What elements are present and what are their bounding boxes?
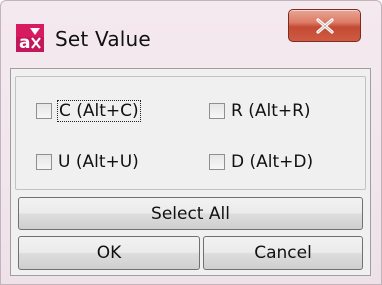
window-title: Set Value xyxy=(55,27,151,51)
select-all-button[interactable]: Select All xyxy=(18,197,363,230)
checkbox-u-box[interactable] xyxy=(36,154,52,170)
checkbox-r-label: R (Alt+R) xyxy=(231,101,311,121)
checkbox-d[interactable]: D (Alt+D) xyxy=(209,152,313,172)
checkbox-c-box[interactable] xyxy=(36,103,52,119)
checkbox-c[interactable]: C (Alt+C) xyxy=(36,100,141,122)
checkbox-r[interactable]: R (Alt+R) xyxy=(209,101,311,121)
dialog-window: a Set Value C (Alt+C) R (Alt+R) U (Alt+U… xyxy=(0,0,382,285)
checkbox-c-label: C (Alt+C) xyxy=(57,100,141,122)
svg-text:a: a xyxy=(19,33,30,52)
app-icon: a xyxy=(16,24,44,53)
dialog-body: C (Alt+C) R (Alt+R) U (Alt+U) D (Alt+D) … xyxy=(10,68,371,276)
checkbox-d-label: D (Alt+D) xyxy=(231,152,314,172)
checkbox-u-label: U (Alt+U) xyxy=(58,152,139,172)
checkbox-d-box[interactable] xyxy=(209,154,225,170)
checkbox-r-box[interactable] xyxy=(209,103,225,119)
close-button[interactable] xyxy=(288,9,361,42)
title-bar[interactable]: a Set Value xyxy=(1,1,381,67)
options-group: C (Alt+C) R (Alt+R) U (Alt+U) D (Alt+D) xyxy=(15,76,366,190)
cancel-button[interactable]: Cancel xyxy=(203,236,363,270)
ok-button[interactable]: OK xyxy=(18,236,200,270)
checkbox-u[interactable]: U (Alt+U) xyxy=(36,152,139,172)
